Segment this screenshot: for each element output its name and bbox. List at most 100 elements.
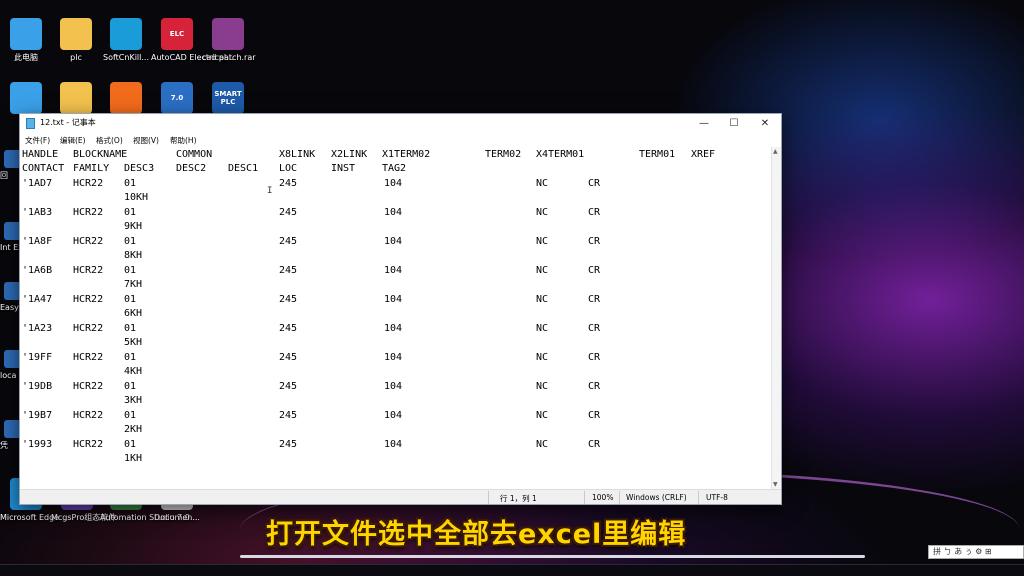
- folder-icon: [60, 18, 92, 50]
- cell-cr: CR: [588, 352, 601, 363]
- cell-handle: '1AD7: [22, 178, 53, 189]
- menu-view[interactable]: 视图(V): [133, 135, 159, 146]
- header-desc1: DESC1: [228, 163, 259, 174]
- desktop-shortcut-label: Microsoft Edge: [0, 513, 60, 522]
- header-handle: HANDLE: [22, 149, 59, 160]
- cell-tag2: 104: [384, 323, 403, 334]
- desktop-shortcut[interactable]: ELC AutoCAD Electrical...: [151, 18, 234, 63]
- close-button[interactable]: ✕: [749, 114, 781, 132]
- autocad-electrical-icon: ELC: [161, 18, 193, 50]
- ime-toolbar[interactable]: 拼 ㄅ あ ぅ ⚙ ⊞: [928, 545, 1024, 559]
- cell-tag2: 104: [384, 178, 403, 189]
- desktop-shortcut[interactable]: 此电脑: [0, 18, 52, 63]
- status-separator: [488, 491, 489, 504]
- status-position: 行 1，列 1: [500, 494, 537, 503]
- desktop-shortcut[interactable]: plc: [50, 18, 102, 63]
- cell-family: HCR22: [73, 352, 104, 363]
- cell-desc3-rating: 5KH: [124, 337, 143, 348]
- window-title: 12.txt - 记事本: [40, 118, 96, 127]
- vertical-scrollbar[interactable]: ▲ ▼: [771, 147, 781, 489]
- header-contact: CONTACT: [22, 163, 65, 174]
- icon-badge: ELC: [169, 30, 185, 38]
- cell-loc: 245: [279, 207, 298, 218]
- cell-cr: CR: [588, 294, 601, 305]
- desktop-shortcut[interactable]: SMART PLC: [202, 82, 254, 117]
- cell-cr: CR: [588, 265, 601, 276]
- cell-nc: NC: [536, 410, 549, 421]
- header-loc: LOC: [279, 163, 298, 174]
- softcnkill-icon: [110, 18, 142, 50]
- maximize-button[interactable]: ☐: [718, 114, 750, 132]
- cell-tag2: 104: [384, 265, 403, 276]
- cell-loc: 245: [279, 352, 298, 363]
- cell-handle: '19B7: [22, 410, 53, 421]
- text-cursor-icon: I: [267, 186, 272, 196]
- cell-cr: CR: [588, 439, 601, 450]
- desktop-shortcut[interactable]: cad patch.rar: [202, 18, 256, 63]
- cell-cr: CR: [588, 178, 601, 189]
- desktop-shortcut[interactable]: [50, 82, 102, 117]
- text-editor[interactable]: HANDLE BLOCKNAME COMMON X8LINK X2LINK X1…: [20, 147, 770, 489]
- cell-desc3-rating: 3KH: [124, 395, 143, 406]
- cell-nc: NC: [536, 381, 549, 392]
- icon-badge: 7.0: [170, 94, 184, 102]
- video-progress-bar[interactable]: [240, 555, 865, 558]
- cell-nc: NC: [536, 323, 549, 334]
- cell-nc: NC: [536, 265, 549, 276]
- cell-loc: 245: [279, 381, 298, 392]
- header-blockname: BLOCKNAME: [73, 149, 128, 160]
- cell-desc3: 01: [124, 207, 137, 218]
- cell-nc: NC: [536, 236, 549, 247]
- status-line-ending: Windows (CRLF): [626, 493, 687, 502]
- desktop-shortcut[interactable]: 7.0: [151, 82, 203, 117]
- cell-desc3-rating: 8KH: [124, 250, 143, 261]
- cell-desc3-rating: 2KH: [124, 424, 143, 435]
- cell-family: HCR22: [73, 410, 104, 421]
- desktop-shortcut[interactable]: [0, 82, 52, 117]
- menu-help[interactable]: 帮助(H): [170, 135, 197, 146]
- desktop-shortcut[interactable]: [100, 82, 152, 117]
- notepad-window[interactable]: 12.txt - 记事本 — ☐ ✕ 文件(F) 编辑(E) 格式(O) 视图(…: [19, 113, 782, 505]
- scroll-up-icon[interactable]: ▲: [773, 148, 778, 155]
- cell-family: HCR22: [73, 265, 104, 276]
- status-encoding: UTF-8: [706, 493, 728, 502]
- cell-desc3: 01: [124, 381, 137, 392]
- cell-handle: '1AB3: [22, 207, 53, 218]
- cell-desc3: 01: [124, 323, 137, 334]
- cell-cr: CR: [588, 236, 601, 247]
- cell-family: HCR22: [73, 323, 104, 334]
- cell-family: HCR22: [73, 207, 104, 218]
- menu-format[interactable]: 格式(O): [96, 135, 123, 146]
- header-common: COMMON: [176, 149, 213, 160]
- header-tag2: TAG2: [382, 163, 407, 174]
- cell-cr: CR: [588, 207, 601, 218]
- tool-shortcut-icon: [110, 82, 142, 114]
- desktop-shortcut[interactable]: SoftCnKill...: [100, 18, 152, 63]
- menu-edit[interactable]: 编辑(E): [60, 135, 86, 146]
- title-bar[interactable]: 12.txt - 记事本 — ☐ ✕: [20, 114, 781, 132]
- cell-desc3: 01: [124, 236, 137, 247]
- menu-bar: 文件(F) 编辑(E) 格式(O) 视图(V) 帮助(H): [20, 133, 781, 147]
- cell-family: HCR22: [73, 439, 104, 450]
- menu-file[interactable]: 文件(F): [25, 135, 50, 146]
- scroll-down-icon[interactable]: ▼: [773, 481, 778, 488]
- cell-nc: NC: [536, 178, 549, 189]
- header-desc2: DESC2: [176, 163, 207, 174]
- cell-loc: 245: [279, 439, 298, 450]
- minimize-button[interactable]: —: [688, 114, 720, 132]
- header-inst: INST: [331, 163, 356, 174]
- cell-nc: NC: [536, 352, 549, 363]
- cell-tag2: 104: [384, 439, 403, 450]
- cell-handle: '19FF: [22, 352, 53, 363]
- cell-handle: '19DB: [22, 381, 53, 392]
- video-caption: 打开文件选中全部去excel里编辑: [266, 519, 687, 550]
- status-bar: 行 1，列 1 100% Windows (CRLF) UTF-8: [20, 489, 781, 504]
- header-term02: TERM02: [485, 149, 522, 160]
- cell-handle: '1A8F: [22, 236, 53, 247]
- desktop-shortcut-label: McgsPro组态软件: [51, 513, 117, 522]
- cell-family: HCR22: [73, 236, 104, 247]
- cell-loc: 245: [279, 236, 298, 247]
- smart-plc-icon: SMART PLC: [212, 82, 244, 114]
- cell-handle: '1A47: [22, 294, 53, 305]
- cell-tag2: 104: [384, 352, 403, 363]
